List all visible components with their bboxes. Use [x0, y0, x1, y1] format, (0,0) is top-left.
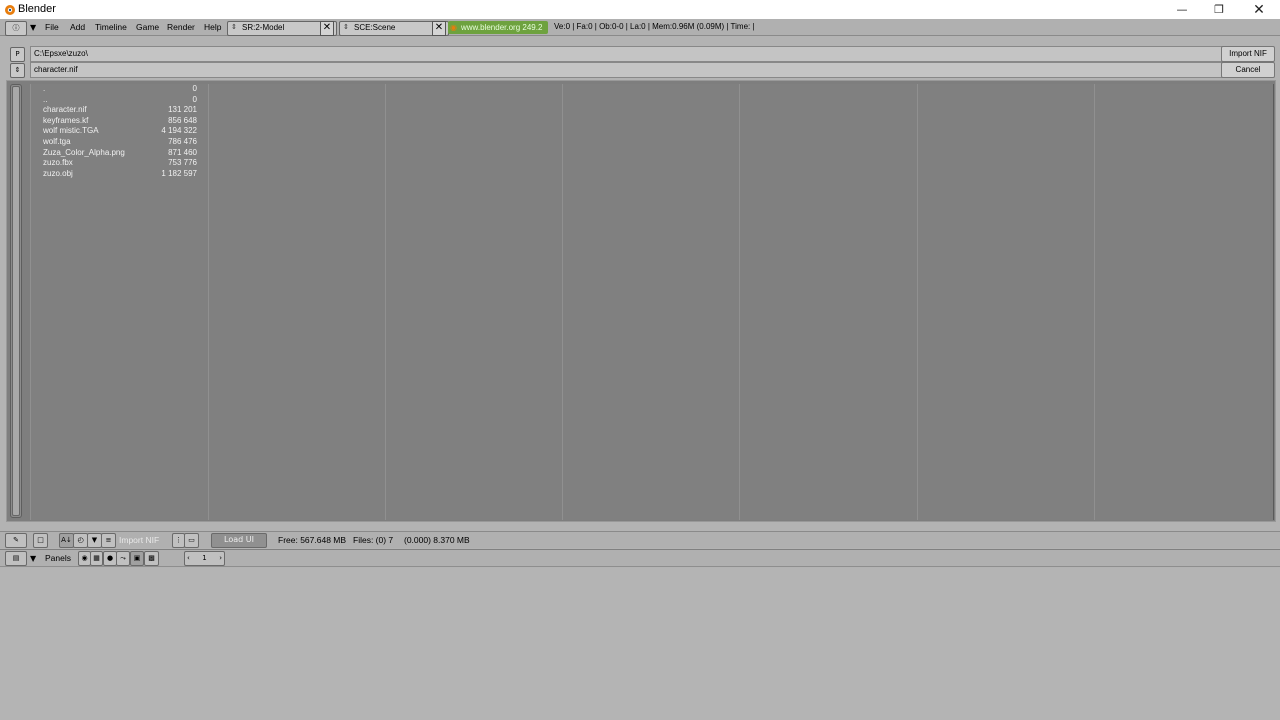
sort-size-icon[interactable]: ▼: [87, 533, 102, 548]
collapse-menu-icon[interactable]: ▼: [30, 23, 36, 32]
file-size: 753 776: [168, 158, 197, 167]
file-row[interactable]: keyframes.kf 856 648: [43, 116, 197, 126]
menu-timeline[interactable]: Timeline: [95, 22, 127, 32]
file-size: 4 194 322: [161, 126, 197, 135]
menu-game[interactable]: Game: [136, 22, 159, 32]
selected-size-label: (0.000) 8.370 MB: [404, 535, 470, 545]
file-row[interactable]: .. 0: [43, 95, 197, 105]
file-name: zuzo.fbx: [43, 158, 73, 167]
file-row[interactable]: zuzo.fbx 753 776: [43, 158, 197, 168]
directory-menu-icon[interactable]: ⇕: [10, 63, 25, 78]
frame-number: 1: [202, 554, 207, 562]
window-titlebar: Blender — ❐ ✕: [0, 0, 1280, 19]
buttons-collapse-icon[interactable]: ▼: [30, 554, 36, 563]
toggle-view-icon[interactable]: □: [33, 533, 48, 548]
object-context-icon[interactable]: ⤳: [116, 551, 130, 566]
buttons-window-type-icon[interactable]: ▤: [5, 551, 27, 566]
file-name: Zuza_Color_Alpha.png: [43, 148, 125, 157]
scrollbar-thumb[interactable]: [12, 86, 20, 516]
sort-extension-icon[interactable]: ≡: [101, 533, 116, 548]
sort-alpha-icon[interactable]: A↓: [59, 533, 74, 548]
import-nif-button[interactable]: Import NIF: [1221, 46, 1275, 62]
file-column-3: [385, 84, 564, 520]
file-row[interactable]: .0: [43, 84, 197, 94]
file-row[interactable]: wolf.tga 786 476: [43, 137, 197, 147]
screen-browse-icon[interactable]: ⇕: [231, 22, 237, 34]
filename-field[interactable]: character.nif: [30, 62, 1224, 78]
screen-name: SR:2-Model: [242, 23, 285, 32]
blender-logo-icon: [5, 5, 15, 15]
file-name: wolf.tga: [43, 137, 71, 146]
window-type-menu-icon[interactable]: ⓘ: [5, 21, 27, 36]
minimize-icon[interactable]: —: [1162, 0, 1202, 19]
file-row[interactable]: wolf mistic.TGA 4 194 322: [43, 126, 197, 136]
file-name: .: [43, 84, 46, 93]
cancel-button[interactable]: Cancel: [1221, 62, 1275, 78]
file-size: 856 648: [168, 116, 197, 125]
file-name: zuzo.obj: [43, 169, 73, 178]
script-context-icon[interactable]: ▦: [90, 551, 103, 566]
menu-add[interactable]: Add: [70, 22, 85, 32]
frame-number-field[interactable]: ‹ 1 ›: [184, 551, 225, 566]
scene-stats: Ve:0 | Fa:0 | Ob:0-0 | La:0 | Mem:0.96M …: [554, 22, 755, 31]
delete-scene-button[interactable]: ✕: [432, 21, 446, 36]
parent-directory-button[interactable]: P: [10, 47, 25, 62]
panels-label[interactable]: Panels: [45, 553, 71, 563]
file-size: 0: [192, 84, 197, 93]
filebrowser-window-type-icon[interactable]: ✎: [5, 533, 27, 548]
directory-path-field[interactable]: C:\Epsxe\zuzo\: [30, 46, 1224, 62]
hidden-files-icon[interactable]: ▭: [184, 533, 199, 548]
file-size: 131 201: [168, 105, 197, 114]
file-name: ..: [43, 95, 48, 104]
file-column-6: [917, 84, 1096, 520]
file-column-7: [1094, 84, 1274, 520]
file-name: character.nif: [43, 105, 87, 114]
file-name: wolf mistic.TGA: [43, 126, 99, 135]
file-column-4: [562, 84, 741, 520]
filebrowser-mode-label: Import NIF: [119, 535, 160, 545]
file-size: 871 460: [168, 148, 197, 157]
editing-context-icon[interactable]: ▣: [130, 551, 144, 566]
frame-increment-icon[interactable]: ›: [219, 552, 222, 564]
delete-screen-button[interactable]: ✕: [320, 21, 334, 36]
close-icon[interactable]: ✕: [1239, 0, 1279, 19]
file-name: keyframes.kf: [43, 116, 89, 125]
blender-url-label[interactable]: ◉ www.blender.org 249.2: [448, 21, 548, 34]
file-size: 786 476: [168, 137, 197, 146]
buttons-window-area: [0, 568, 1280, 720]
sort-time-icon[interactable]: ◴: [73, 533, 88, 548]
file-row[interactable]: character.nif 131 201: [43, 105, 197, 115]
file-row[interactable]: zuzo.obj 1 182 597: [43, 169, 197, 179]
file-row[interactable]: Zuza_Color_Alpha.png 871 460: [43, 148, 197, 158]
files-count-label: Files: (0) 7: [353, 535, 394, 545]
restore-icon[interactable]: ❐: [1199, 0, 1239, 19]
file-column-2: [208, 84, 387, 520]
file-size: 1 182 597: [161, 169, 197, 178]
url-text: www.blender.org 249.2: [461, 23, 543, 32]
shading-context-icon[interactable]: ●: [103, 551, 117, 566]
menu-help[interactable]: Help: [204, 22, 221, 32]
file-column-5: [739, 84, 919, 520]
free-space-label: Free: 567.648 MB: [278, 535, 347, 545]
scene-name: SCE:Scene: [354, 23, 396, 32]
blender-small-logo-icon: ◉: [450, 23, 457, 32]
window-title: Blender: [18, 3, 56, 15]
frame-decrement-icon[interactable]: ‹: [187, 552, 190, 564]
load-ui-toggle[interactable]: Load UI: [211, 533, 267, 548]
scene-browse-icon[interactable]: ⇕: [343, 22, 349, 34]
menu-render[interactable]: Render: [167, 22, 195, 32]
menu-file[interactable]: File: [45, 22, 59, 32]
scene-context-icon[interactable]: ▩: [144, 551, 159, 566]
file-size: 0: [192, 95, 197, 104]
